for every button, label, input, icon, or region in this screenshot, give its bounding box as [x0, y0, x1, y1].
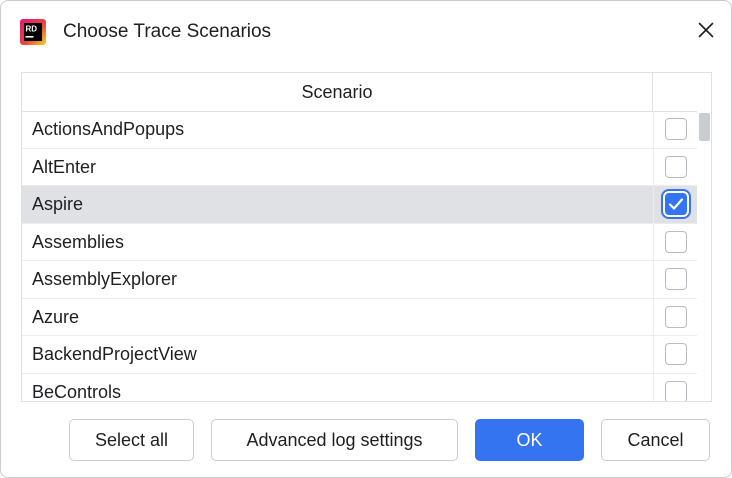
svg-text:RD: RD	[26, 25, 38, 34]
scenario-name: AssemblyExplorer	[32, 269, 178, 290]
close-icon	[698, 22, 714, 38]
advanced-log-settings-button[interactable]: Advanced log settings	[211, 419, 458, 461]
scenario-name: AltEnter	[32, 156, 97, 177]
rider-logo-icon: RD	[20, 19, 46, 45]
cancel-button[interactable]: Cancel	[601, 419, 710, 461]
scrollbar-thumb[interactable]	[699, 113, 710, 141]
checkbox-cell	[653, 261, 697, 298]
select-all-button[interactable]: Select all	[69, 419, 194, 461]
scenario-checkbox[interactable]	[664, 343, 687, 366]
scenarios-table: Scenario ActionsAndPopups AltEnter Aspir…	[21, 72, 712, 402]
ok-button[interactable]: OK	[475, 419, 584, 461]
scenario-name: Azure	[32, 306, 80, 327]
scenario-name: Aspire	[32, 194, 84, 215]
checkbox-cell	[653, 148, 697, 185]
checkbox-cell	[653, 111, 697, 148]
table-body: ActionsAndPopups AltEnter Aspire Assembl…	[22, 111, 697, 402]
dialog-title: Choose Trace Scenarios	[63, 21, 272, 42]
scenario-checkbox[interactable]	[664, 118, 687, 141]
table-row[interactable]: AssemblyExplorer	[22, 261, 697, 299]
scenario-name: BeControls	[32, 381, 122, 402]
checkbox-cell	[653, 223, 697, 260]
scenario-checkbox[interactable]	[664, 305, 687, 328]
close-button[interactable]	[691, 15, 721, 45]
checkbox-cell	[653, 373, 697, 401]
column-header-enabled[interactable]	[653, 73, 711, 111]
choose-trace-scenarios-dialog: RD Choose Trace Scenarios Scenario Actio…	[0, 0, 732, 478]
table-row[interactable]: ActionsAndPopups	[22, 111, 697, 149]
checkbox-cell	[653, 186, 697, 223]
table-row[interactable]: Azure	[22, 298, 697, 336]
scenario-checkbox[interactable]	[664, 230, 687, 253]
table-row-selected[interactable]: Aspire	[22, 186, 697, 224]
table-row[interactable]: BeControls	[22, 373, 697, 402]
table-scrollbar[interactable]	[697, 111, 711, 401]
scenario-checkbox[interactable]	[664, 380, 687, 401]
checkmark-icon	[668, 198, 683, 210]
scenario-checkbox[interactable]	[664, 268, 687, 291]
scenario-checkbox[interactable]	[664, 155, 687, 178]
table-row[interactable]: BackendProjectView	[22, 336, 697, 374]
scenario-name: ActionsAndPopups	[32, 119, 185, 140]
title-bar: RD Choose Trace Scenarios	[1, 1, 731, 63]
checkbox-cell	[653, 298, 697, 335]
table-header: Scenario	[22, 73, 711, 112]
scenario-name: Assemblies	[32, 231, 125, 252]
checkbox-cell	[653, 336, 697, 373]
scenario-checkbox-checked[interactable]	[664, 193, 687, 216]
table-row[interactable]: AltEnter	[22, 148, 697, 186]
table-row[interactable]: Assemblies	[22, 223, 697, 261]
column-header-scenario[interactable]: Scenario	[22, 73, 653, 111]
scenario-name: BackendProjectView	[32, 344, 197, 365]
